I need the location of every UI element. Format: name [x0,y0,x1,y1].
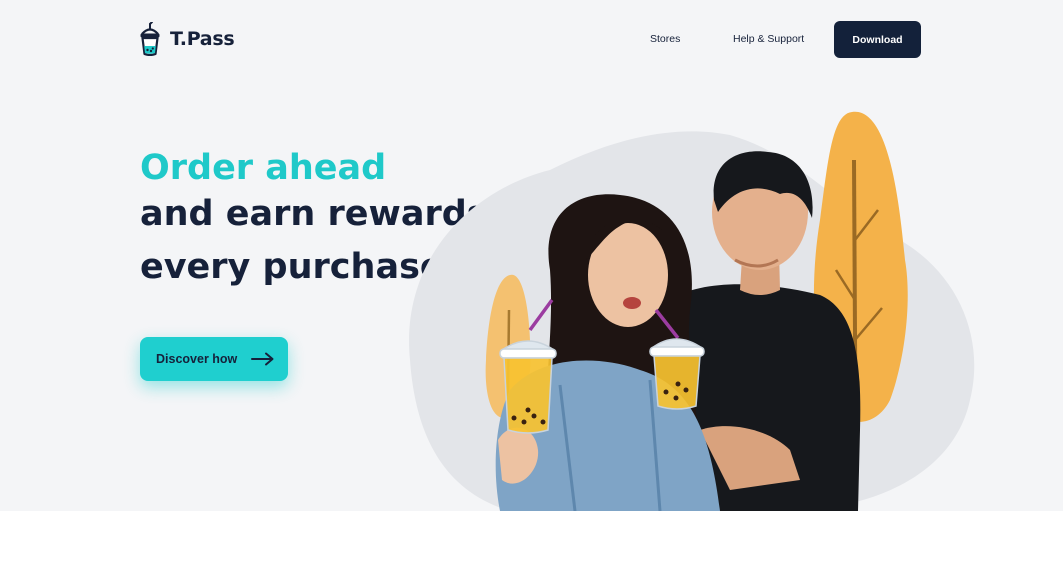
discover-how-label: Discover how [156,352,238,366]
arrow-right-icon [251,352,274,366]
brand-logo[interactable]: T.Pass [139,21,235,57]
download-button[interactable]: Download [834,21,921,58]
nav-link-stores[interactable]: Stores [650,33,680,45]
nav-link-help-support[interactable]: Help & Support [733,33,804,45]
hero-section: T.Pass Stores Help & Support Download Or… [0,0,1063,511]
brand-name: T.Pass [170,28,235,50]
boba-cup-icon [140,22,160,56]
headline-line-3-text: every purchase [140,247,444,287]
discover-how-button[interactable]: Discover how [140,337,288,381]
hero-illustration [409,111,975,511]
